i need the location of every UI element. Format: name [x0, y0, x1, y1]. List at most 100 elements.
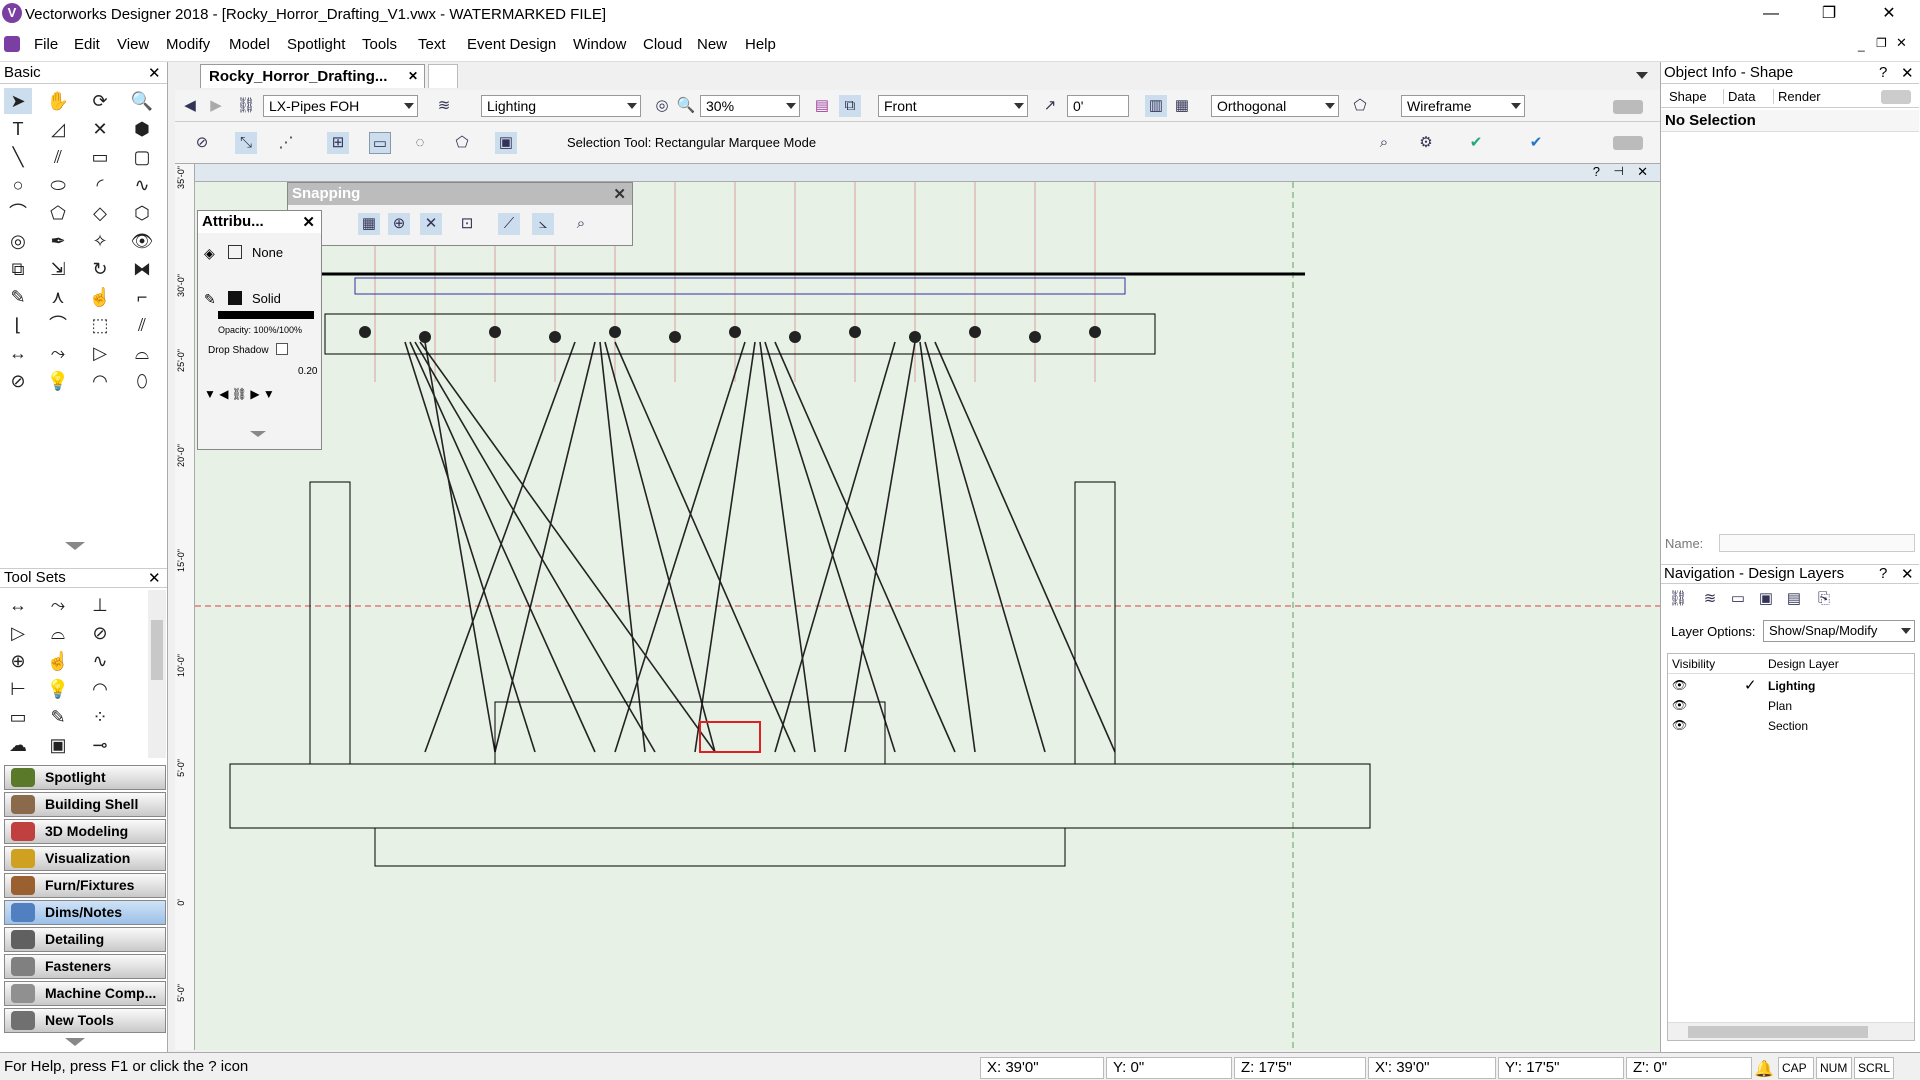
col-visibility[interactable]: Visibility [1672, 657, 1715, 671]
marker-start-icon[interactable]: ▼ ◀ ⛓ ▶ ▼ [204, 387, 275, 401]
eyedropper-tool-icon[interactable]: ✒ [44, 228, 72, 254]
page-icon[interactable]: ▤ [811, 95, 833, 117]
menu-spotlight[interactable]: Spotlight [287, 36, 345, 53]
move-tool-icon[interactable]: ⇲ [44, 256, 72, 282]
mirror-tool-icon[interactable]: ⧓ [128, 256, 156, 282]
clip-tool-icon[interactable]: ⬚ [86, 312, 114, 338]
layer-row-lighting[interactable]: 👁 ✓ Lighting [1668, 676, 1914, 696]
toolset-building-shell[interactable]: Building Shell [4, 792, 166, 817]
hand-icon[interactable]: ☝ [44, 648, 72, 674]
toolset-furn-fixtures[interactable]: Furn/Fixtures [4, 873, 166, 898]
doc-restore-icon[interactable]: ❐ [1876, 36, 1887, 50]
double-line-tool-icon[interactable]: ⫽ [44, 144, 72, 170]
document-tab[interactable]: Rocky_Horror_Drafting... ✕ [200, 64, 425, 88]
saved-views-icon[interactable]: ▥ [1145, 95, 1167, 117]
center-mark-icon[interactable]: ⊕ [4, 648, 32, 674]
oval-tool-icon[interactable]: ⬭ [44, 172, 72, 198]
callout-icon[interactable]: ▭ [4, 704, 32, 730]
name-field[interactable] [1719, 534, 1915, 552]
rectangular-marquee-icon[interactable]: ▭ [369, 132, 391, 154]
connect-tool-icon[interactable]: ⌊ [4, 312, 32, 338]
lasso-marquee-icon[interactable]: ◌ [409, 132, 431, 154]
snap-to-grid-icon[interactable]: ▦ [358, 213, 380, 235]
callout-tool-icon[interactable]: ◿ [44, 116, 72, 142]
projection-select[interactable]: Orthogonal [1211, 95, 1339, 117]
tab-data[interactable]: Data [1723, 89, 1759, 104]
resize-tool-icon[interactable]: ⧉ [4, 256, 32, 282]
revision-icon[interactable]: ▣ [44, 732, 72, 758]
rounded-rectangle-tool-icon[interactable]: ▢ [128, 144, 156, 170]
datum-icon[interactable]: ⊢ [4, 676, 32, 702]
pan-tool-icon[interactable]: ✋ [44, 88, 72, 114]
tab-shape[interactable]: Shape [1665, 89, 1711, 104]
alert-bell-icon[interactable]: 🔔 [1754, 1059, 1774, 1079]
close-icon[interactable]: ✕ [148, 569, 161, 587]
snap-to-tangent-icon[interactable]: ⌕ [570, 213, 592, 235]
menu-view[interactable]: View [117, 36, 149, 53]
protractor-icon[interactable]: ◠ [86, 676, 114, 702]
viewbar-options-button[interactable] [1613, 100, 1643, 114]
classes-icon[interactable]: ⛓ [1667, 588, 1689, 610]
close-icon[interactable]: ✕ [1901, 565, 1914, 583]
col-design-layer[interactable]: Design Layer [1768, 657, 1839, 671]
layer-options-select[interactable]: Show/Snap/Modify [1763, 620, 1915, 642]
spiral-tool-icon[interactable]: ◎ [4, 228, 32, 254]
viewport-tool-icon[interactable]: ⌓ [128, 340, 156, 366]
fill-style[interactable]: None [252, 245, 283, 260]
attribute-mapping-tool-icon[interactable]: ⤳ [44, 340, 72, 366]
design-layers-icon[interactable]: ≋ [1699, 588, 1721, 610]
smart-points-icon[interactable]: ⦣ [532, 213, 554, 235]
light-bulb-icon[interactable]: 💡 [44, 676, 72, 702]
help-icon[interactable]: ? [1593, 164, 1600, 179]
regular-polygon-tool-icon[interactable]: ⬡ [128, 200, 156, 226]
double-polygon-tool-icon[interactable]: ◇ [86, 200, 114, 226]
toolset-dims-notes[interactable]: Dims/Notes [4, 900, 166, 925]
pen-style[interactable]: Solid [252, 291, 281, 306]
menu-window[interactable]: Window [573, 36, 626, 53]
help-icon[interactable]: ? [1879, 565, 1887, 582]
layers-icon[interactable]: ≋ [433, 95, 455, 117]
resize-mode-icon[interactable]: ⤡ [235, 132, 257, 154]
hand-offset-tool-icon[interactable]: ☝ [86, 284, 114, 310]
class-select[interactable]: LX-Pipes FOH [263, 95, 418, 117]
referenced-files-icon[interactable]: ⎘ [1813, 588, 1835, 610]
drop-shadow-checkbox[interactable] [276, 343, 288, 355]
arc-tool-icon[interactable]: ◜ [86, 172, 114, 198]
snap-to-distance-icon[interactable]: ⊡ [456, 213, 478, 235]
snap-to-object-icon[interactable]: ⊕ [388, 213, 410, 235]
zoom-tool-icon[interactable]: 🔍 [128, 88, 156, 114]
angular-dimension-icon[interactable]: ▷ [4, 620, 32, 646]
info-options-button[interactable] [1881, 90, 1911, 104]
forward-arrow-icon[interactable]: ▶ [205, 95, 227, 117]
snap-to-intersection-icon[interactable]: ✕ [420, 213, 442, 235]
visibility-tool-icon[interactable]: 👁 [128, 228, 156, 254]
class-icon[interactable]: ⛓ [235, 95, 257, 117]
tab-render[interactable]: Render [1773, 89, 1825, 104]
arc-length-dimension-icon[interactable]: ⌓ [44, 620, 72, 646]
shield-check-icon[interactable]: ✔ [1465, 132, 1487, 154]
toolset-3d-modeling[interactable]: 3D Modeling [4, 819, 166, 844]
menu-help[interactable]: Help [745, 36, 776, 53]
viewports-icon[interactable]: ▣ [1755, 588, 1777, 610]
pen-swatch[interactable] [228, 291, 242, 305]
eye-icon[interactable]: 👁 [1672, 718, 1687, 732]
render-icon[interactable]: ⬠ [1349, 95, 1371, 117]
break-line-icon[interactable]: ∿ [86, 648, 114, 674]
close-icon[interactable]: ✕ [148, 64, 161, 82]
split-tool-icon[interactable]: ⫽ [128, 312, 156, 338]
3d-locus-tool-icon[interactable]: ⬢ [128, 116, 156, 142]
back-arrow-icon[interactable]: ◀ [179, 95, 201, 117]
menu-model[interactable]: Model [229, 36, 270, 53]
horizontal-scrollbar[interactable] [1668, 1022, 1914, 1040]
tab-list-chevron-icon[interactable] [1636, 72, 1648, 79]
close-icon[interactable]: ✕ [613, 185, 626, 203]
wand-tool-icon[interactable]: ✧ [86, 228, 114, 254]
interactive-scale-icon[interactable]: ⋰ [275, 132, 297, 154]
eye-icon[interactable]: 👁 [1672, 678, 1687, 692]
transform-mode-icon[interactable]: ⊞ [327, 132, 349, 154]
toolset-new-tools[interactable]: New Tools [4, 1008, 166, 1033]
view-select[interactable]: Front [878, 95, 1028, 117]
selection-tool-icon[interactable]: ➤ [4, 88, 32, 114]
circle-tool-icon[interactable]: ○ [4, 172, 32, 198]
render-mode-select[interactable]: Wireframe [1401, 95, 1525, 117]
